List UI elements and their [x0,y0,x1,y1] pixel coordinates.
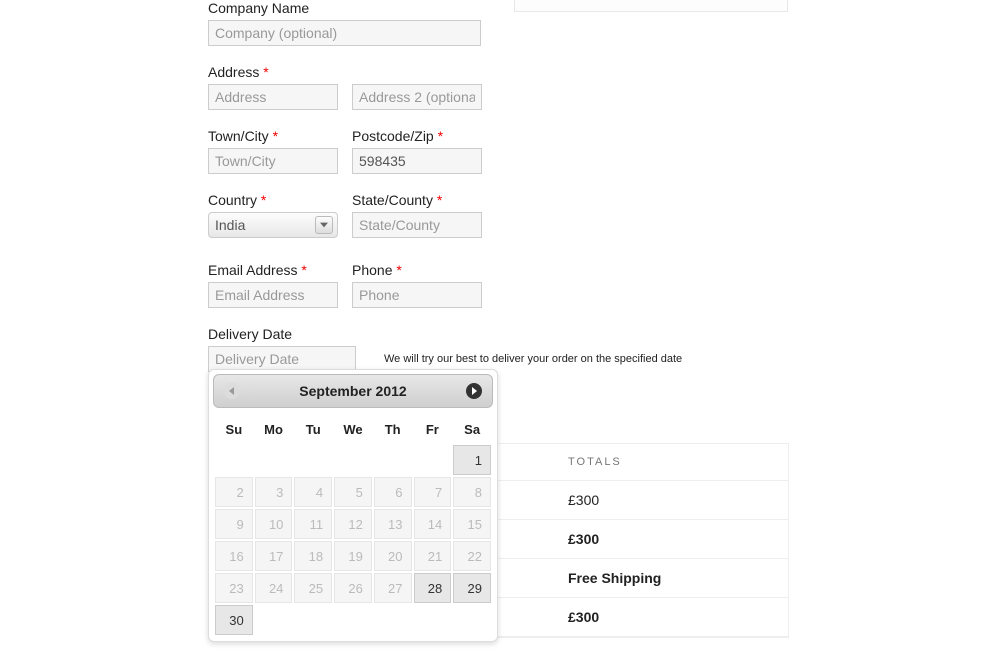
country-select[interactable]: India [208,212,338,238]
country-value: India [215,213,245,237]
calendar-day: 6 [374,477,412,507]
postcode-label: Postcode/Zip * [352,128,482,144]
calendar-day[interactable]: 1 [453,445,491,475]
calendar-blank [334,605,372,635]
dow-header: Su [215,416,253,443]
dow-header: Tu [294,416,332,443]
next-month-button[interactable] [466,383,482,399]
calendar-day: 16 [215,541,253,571]
calendar-blank [453,605,491,635]
calendar-blank [294,445,332,475]
phone-input[interactable] [352,282,482,308]
calendar-day: 7 [414,477,452,507]
dow-header: Mo [255,416,293,443]
calendar-day: 15 [453,509,491,539]
calendar-day: 14 [414,509,452,539]
calendar-day: 24 [255,573,293,603]
calendar-day: 3 [255,477,293,507]
calendar-day: 10 [255,509,293,539]
calendar-day: 4 [294,477,332,507]
calendar-day: 18 [294,541,332,571]
postcode-input[interactable] [352,148,482,174]
delivery-note: We will try our best to deliver your ord… [384,353,682,365]
calendar-day[interactable]: 29 [453,573,491,603]
address-input[interactable] [208,84,338,110]
prev-month-button[interactable] [224,383,240,399]
calendar-blank [255,445,293,475]
calendar-day: 13 [374,509,412,539]
datepicker: September 2012 SuMoTuWeThFrSa 1234567891… [208,369,498,642]
email-input[interactable] [208,282,338,308]
calendar-day: 22 [453,541,491,571]
calendar-day: 5 [334,477,372,507]
company-input[interactable] [208,20,481,46]
dow-header: Th [374,416,412,443]
town-label: Town/City * [208,128,338,144]
chevron-down-icon [315,216,333,234]
calendar-day: 17 [255,541,293,571]
calendar-day: 20 [374,541,412,571]
email-label: Email Address * [208,262,338,278]
address2-label [352,64,482,80]
calendar-day: 26 [334,573,372,603]
calendar-day: 12 [334,509,372,539]
calendar-day: 9 [215,509,253,539]
calendar-day: 11 [294,509,332,539]
dow-header: Sa [453,416,491,443]
calendar-day: 23 [215,573,253,603]
calendar-blank [374,445,412,475]
calendar-blank [294,605,332,635]
calendar-day: 8 [453,477,491,507]
calendar-day: 27 [374,573,412,603]
billing-form: Company Name Address * [208,0,688,390]
town-input[interactable] [208,148,338,174]
country-label: Country * [208,192,338,208]
calendar-blank [414,605,452,635]
state-input[interactable] [352,212,482,238]
calendar-day[interactable]: 28 [414,573,452,603]
calendar-day: 2 [215,477,253,507]
calendar-blank [374,605,412,635]
calendar-blank [215,445,253,475]
dow-header: We [334,416,372,443]
dow-header: Fr [414,416,452,443]
calendar-day: 25 [294,573,332,603]
address-label: Address * [208,64,338,80]
datepicker-title: September 2012 [299,383,406,399]
calendar-day: 19 [334,541,372,571]
datepicker-header: September 2012 [213,374,493,408]
datepicker-grid: SuMoTuWeThFrSa 1234567891011121314151617… [213,414,493,637]
calendar-day[interactable]: 30 [215,605,253,635]
calendar-blank [255,605,293,635]
calendar-day: 21 [414,541,452,571]
phone-label: Phone * [352,262,482,278]
address2-input[interactable] [352,84,482,110]
calendar-blank [414,445,452,475]
calendar-blank [334,445,372,475]
company-label: Company Name [208,0,688,16]
delivery-date-label: Delivery Date [208,326,688,342]
state-label: State/County * [352,192,482,208]
